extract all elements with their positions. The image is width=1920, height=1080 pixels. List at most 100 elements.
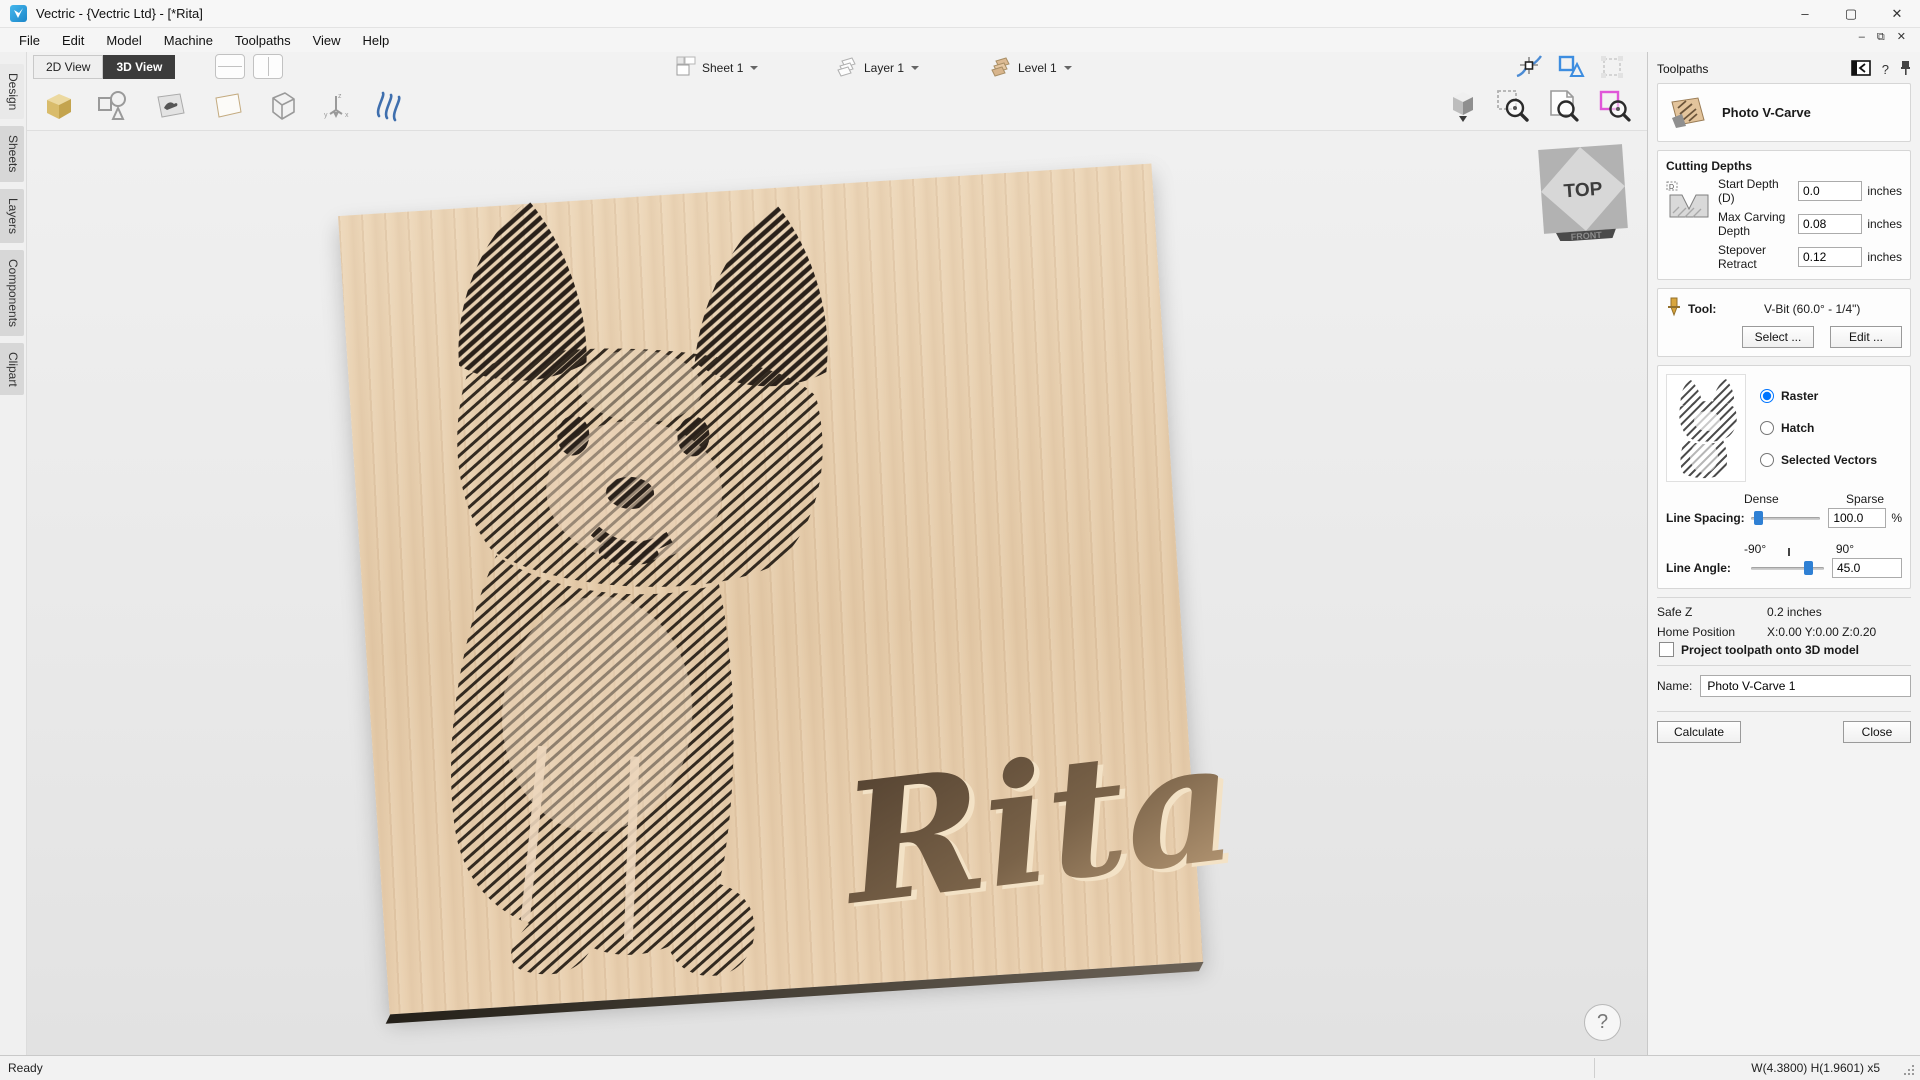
- line-angle-input[interactable]: [1832, 558, 1902, 578]
- material-sheet-icon[interactable]: [208, 91, 244, 121]
- hatch-radio[interactable]: [1760, 421, 1774, 435]
- zoom-box-icon[interactable]: [1597, 88, 1633, 124]
- line-spacing-label: Line Spacing:: [1666, 511, 1751, 525]
- sidebar-tab-components[interactable]: Components: [0, 250, 24, 336]
- layer-icon: [835, 55, 859, 80]
- status-separator: [1594, 1058, 1595, 1078]
- zero-angle-tick: [1788, 548, 1790, 556]
- region-select-icon[interactable]: [1599, 54, 1625, 80]
- vectors-visibility-icon[interactable]: [96, 90, 130, 122]
- line-spacing-slider[interactable]: [1751, 510, 1820, 526]
- origin-axes-icon[interactable]: z y x: [320, 90, 352, 122]
- level-selector[interactable]: Level 1: [989, 55, 1072, 80]
- stepover-retract-input[interactable]: [1798, 247, 1862, 267]
- raster-preview-thumbnail: [1666, 374, 1746, 482]
- material-block-icon[interactable]: [41, 90, 75, 122]
- svg-text:y: y: [324, 112, 328, 119]
- view-toolbar: 2D View 3D View Sheet 1: [27, 52, 1647, 82]
- line-spacing-input[interactable]: [1828, 508, 1886, 528]
- sheet-selector[interactable]: Sheet 1: [675, 55, 758, 80]
- stepover-retract-unit: inches: [1862, 250, 1902, 264]
- 3d-view-canvas[interactable]: Rita Rita TOP FRONT ?: [27, 130, 1647, 1055]
- start-depth-unit: inches: [1862, 184, 1902, 198]
- operation-name: Photo V-Carve: [1722, 105, 1811, 120]
- close-button[interactable]: ✕: [1874, 0, 1920, 27]
- menu-edit[interactable]: Edit: [51, 30, 95, 51]
- shape-selection-icon[interactable]: [1557, 54, 1585, 80]
- toolpath-name-input[interactable]: [1700, 675, 1911, 697]
- menu-view[interactable]: View: [302, 30, 352, 51]
- sidebar-tab-layers[interactable]: Layers: [0, 189, 24, 243]
- photo-vcarve-icon: [1668, 94, 1708, 131]
- zoom-selection-icon[interactable]: [1495, 88, 1531, 124]
- help-button[interactable]: ?: [1584, 1004, 1621, 1041]
- panel-title: Toolpaths: [1657, 62, 1708, 76]
- tool-edit-button[interactable]: Edit ...: [1830, 326, 1902, 348]
- max-carving-depth-input[interactable]: [1798, 214, 1862, 234]
- menu-toolpaths[interactable]: Toolpaths: [224, 30, 302, 51]
- pin-panel-icon[interactable]: [1900, 60, 1911, 78]
- svg-text:FRONT: FRONT: [1570, 230, 1602, 241]
- sidebar-tab-sheets[interactable]: Sheets: [0, 126, 24, 181]
- menu-model[interactable]: Model: [95, 30, 152, 51]
- stepover-retract-label: Stepover Retract: [1712, 243, 1798, 271]
- shaded-view-icon[interactable]: [1446, 88, 1480, 124]
- view-orientation-cube[interactable]: TOP FRONT: [1535, 141, 1631, 246]
- sparse-label: Sparse: [1846, 492, 1884, 506]
- mdi-restore-button[interactable]: ⧉: [1877, 32, 1885, 43]
- selected-vectors-radio[interactable]: [1760, 453, 1774, 467]
- level-icon: [989, 55, 1013, 80]
- start-depth-input[interactable]: [1798, 181, 1862, 201]
- collapse-panel-icon[interactable]: [1851, 60, 1871, 79]
- line-angle-slider-handle[interactable]: [1804, 561, 1813, 575]
- minimize-button[interactable]: –: [1782, 0, 1828, 27]
- chevron-down-icon: [750, 66, 758, 70]
- angle-min-label: -90°: [1744, 542, 1766, 556]
- mdi-minimize-button[interactable]: –: [1859, 32, 1865, 43]
- project-toolpath-checkbox[interactable]: [1659, 642, 1674, 657]
- maximize-button[interactable]: ▢: [1828, 0, 1874, 27]
- selected-vectors-radio-label: Selected Vectors: [1781, 453, 1877, 467]
- zoom-drawing-icon[interactable]: [1546, 88, 1582, 124]
- menu-help[interactable]: Help: [352, 30, 401, 51]
- carved-text: Rita Rita: [819, 687, 1273, 971]
- style-option-hatch[interactable]: Hatch: [1760, 421, 1877, 435]
- line-angle-label: Line Angle:: [1666, 561, 1751, 575]
- app-logo-icon: [10, 5, 27, 22]
- style-option-selected-vectors[interactable]: Selected Vectors: [1760, 453, 1877, 467]
- svg-text:z: z: [338, 93, 342, 100]
- bitmap-visibility-icon[interactable]: [151, 91, 187, 121]
- node-snap-icon[interactable]: [1515, 54, 1543, 80]
- safe-z-label: Safe Z: [1657, 605, 1767, 619]
- block-wireframe-icon[interactable]: [265, 89, 299, 123]
- tab-2d-view[interactable]: 2D View: [33, 55, 103, 79]
- resize-grip-icon[interactable]: [1904, 1065, 1914, 1075]
- calculate-button[interactable]: Calculate: [1657, 721, 1741, 743]
- menu-machine[interactable]: Machine: [153, 30, 224, 51]
- cutting-depths-heading: Cutting Depths: [1666, 159, 1902, 173]
- angle-max-label: 90°: [1836, 542, 1854, 556]
- split-vertical-icon[interactable]: [253, 54, 283, 79]
- tab-3d-view[interactable]: 3D View: [103, 55, 175, 79]
- mdi-close-button[interactable]: ✕: [1897, 32, 1906, 43]
- split-horizontal-icon[interactable]: [215, 54, 245, 79]
- max-carving-depth-unit: inches: [1862, 217, 1902, 231]
- sidebar-tab-clipart[interactable]: Clipart: [0, 343, 24, 396]
- safe-z-value: 0.2 inches: [1767, 605, 1822, 619]
- style-option-raster[interactable]: Raster: [1760, 389, 1877, 403]
- tool-select-button[interactable]: Select ...: [1742, 326, 1814, 348]
- drawing-toolbar: z y x: [27, 82, 1647, 130]
- raster-radio[interactable]: [1760, 389, 1774, 403]
- line-spacing-slider-handle[interactable]: [1754, 511, 1763, 525]
- name-label: Name:: [1657, 679, 1692, 693]
- toolpath-preview-icon[interactable]: [373, 90, 407, 122]
- layer-selector[interactable]: Layer 1: [835, 55, 919, 80]
- material-board: Rita Rita: [338, 164, 1203, 1015]
- sidebar-tab-design[interactable]: Design: [0, 64, 24, 119]
- menu-file[interactable]: File: [8, 30, 51, 51]
- close-panel-button[interactable]: Close: [1843, 721, 1911, 743]
- line-angle-slider[interactable]: [1751, 560, 1824, 576]
- svg-text:TOP: TOP: [1563, 179, 1603, 203]
- chevron-down-icon: [911, 66, 919, 70]
- panel-help-icon[interactable]: ?: [1882, 62, 1889, 77]
